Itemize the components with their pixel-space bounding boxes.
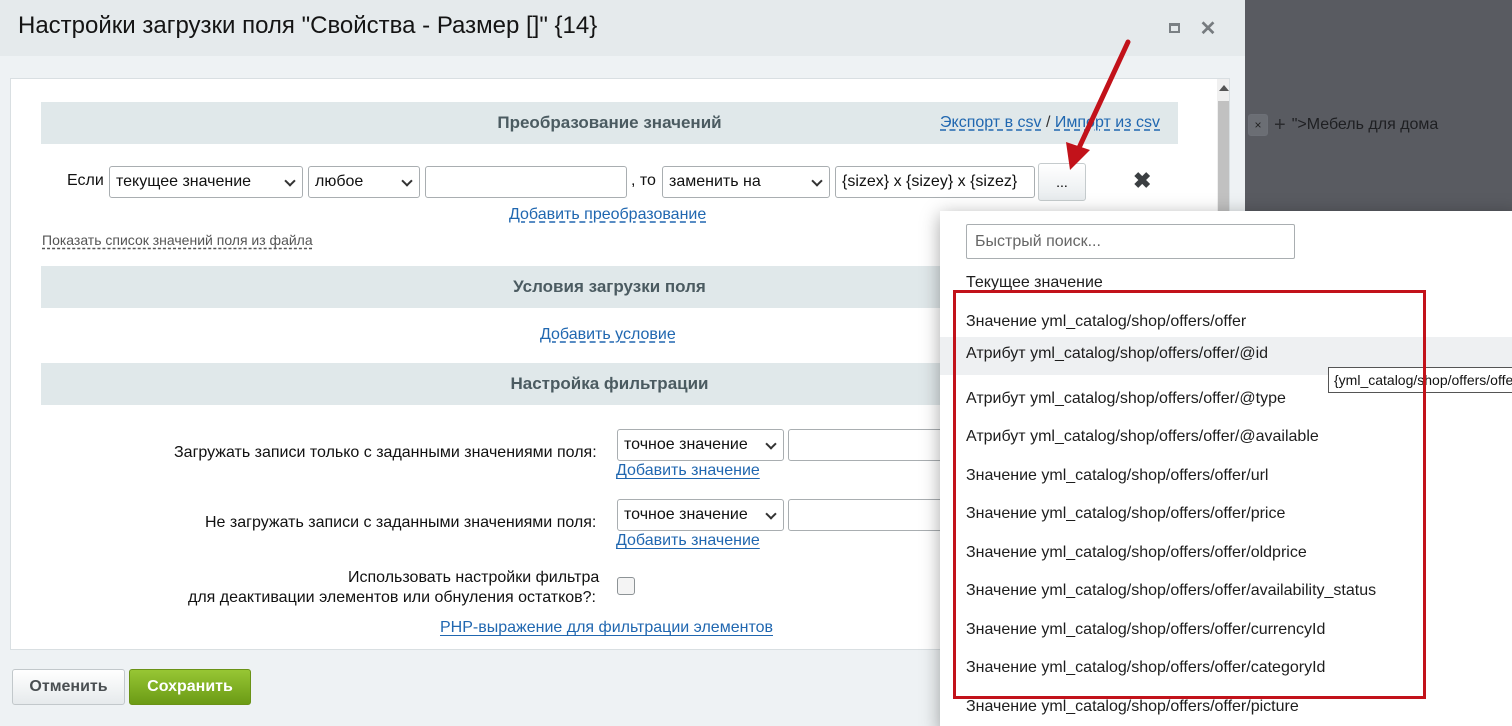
- condition-select-value: любое: [315, 173, 364, 190]
- cancel-button[interactable]: Отменить: [12, 669, 125, 705]
- add-transform-link-wrap: Добавить преобразование: [509, 206, 706, 224]
- action-select-value: заменить на: [669, 173, 761, 190]
- php-link-wrap: PHP-выражение для фильтрации элементов: [440, 619, 773, 637]
- dropdown-item[interactable]: Атрибут yml_catalog/shop/offers/offer/@a…: [940, 420, 1512, 458]
- breadcrumb-add-icon: +: [1274, 113, 1286, 136]
- only-values-input[interactable]: [788, 429, 948, 461]
- section-transform: Преобразование значений Экспорт в csv / …: [41, 102, 1178, 144]
- import-csv-link[interactable]: Импорт из csv: [1055, 114, 1160, 131]
- breadcrumb-text: ">Мебель для дома: [1291, 116, 1439, 133]
- exclude-add-link-wrap: Добавить значение: [616, 532, 760, 550]
- php-filter-link[interactable]: PHP-выражение для фильтрации элементов: [440, 619, 773, 636]
- save-button[interactable]: Сохранить: [129, 669, 251, 705]
- exclude-values-select[interactable]: точное значение: [617, 499, 784, 531]
- maximize-icon[interactable]: [1164, 18, 1184, 38]
- only-add-link-wrap: Добавить значение: [616, 462, 760, 480]
- chevron-down-icon: [765, 508, 777, 520]
- only-add-value-link[interactable]: Добавить значение: [616, 462, 760, 479]
- dropdown-item[interactable]: Значение yml_catalog/shop/offers/offer/u…: [940, 459, 1512, 497]
- only-values-label: Загружать записи только с заданными знач…: [174, 444, 597, 461]
- insert-field-button[interactable]: ...: [1038, 163, 1086, 201]
- chevron-down-icon: [284, 175, 296, 187]
- dialog-title: Настройки загрузки поля "Свойства - Разм…: [18, 12, 598, 39]
- condition-select[interactable]: любое: [308, 166, 420, 198]
- if-label: Если: [67, 172, 104, 189]
- exclude-values-label: Не загружать записи с заданными значения…: [205, 514, 597, 531]
- add-condition-link[interactable]: Добавить условие: [540, 326, 676, 343]
- dialog-header: Настройки загрузки поля "Свойства - Разм…: [0, 0, 1245, 56]
- add-condition-link-wrap: Добавить условие: [540, 326, 676, 344]
- dropdown-item[interactable]: Текущее значение: [940, 266, 1512, 304]
- export-csv-link[interactable]: Экспорт в csv: [940, 114, 1042, 131]
- dropdown-item[interactable]: Значение yml_catalog/shop/offers/offer/a…: [940, 574, 1512, 612]
- dropdown-item[interactable]: Значение yml_catalog/shop/offers/offer/p…: [940, 690, 1512, 726]
- add-transform-link[interactable]: Добавить преобразование: [509, 206, 706, 223]
- dropdown-item[interactable]: Значение yml_catalog/shop/offers/offer/c…: [940, 651, 1512, 689]
- chevron-down-icon: [401, 175, 413, 187]
- condition-value-input[interactable]: [425, 166, 627, 198]
- chevron-down-icon: [811, 175, 823, 187]
- dropdown-item[interactable]: Значение yml_catalog/shop/offers/offer/c…: [940, 613, 1512, 651]
- field-select[interactable]: текущее значение: [109, 166, 303, 198]
- action-select[interactable]: заменить на: [662, 166, 830, 198]
- dropdown-item[interactable]: Значение yml_catalog/shop/offers/offer/o…: [940, 536, 1512, 574]
- deactivate-label-line2: для деактивации элементов или обнуления …: [188, 589, 596, 606]
- deactivate-label-line1: Использовать настройки фильтра: [348, 569, 600, 586]
- field-picker-dropdown: Быстрый поиск... Текущее значение Значен…: [940, 211, 1512, 726]
- only-values-select-value: точное значение: [624, 436, 748, 453]
- then-label: , то: [631, 172, 656, 189]
- delete-transform-icon[interactable]: ✖: [1133, 168, 1151, 194]
- show-list-link-wrap: Показать список значений поля из файла: [42, 232, 313, 250]
- scrollbar-thumb[interactable]: [1218, 101, 1229, 221]
- exclude-add-value-link[interactable]: Добавить значение: [616, 532, 760, 549]
- item-tooltip: {yml_catalog/shop/offers/offer/@id}: [1328, 367, 1512, 393]
- background-breadcrumb: × + ">Мебель для дома: [1248, 112, 1438, 138]
- csv-separator: /: [1045, 114, 1051, 131]
- deactivate-checkbox[interactable]: [617, 577, 635, 595]
- field-select-value: текущее значение: [116, 173, 252, 190]
- show-values-list-link[interactable]: Показать список значений поля из файла: [42, 232, 313, 248]
- exclude-values-input[interactable]: [788, 499, 948, 531]
- close-icon[interactable]: ✕: [1198, 18, 1218, 40]
- quick-search-input[interactable]: Быстрый поиск...: [966, 224, 1295, 259]
- chevron-down-icon: [765, 438, 777, 450]
- breadcrumb-remove-icon: ×: [1248, 114, 1268, 136]
- dropdown-item[interactable]: Значение yml_catalog/shop/offers/offer/p…: [940, 497, 1512, 535]
- replace-value-input[interactable]: {sizex} x {sizey} x {sizez}: [835, 166, 1035, 198]
- exclude-values-select-value: точное значение: [624, 506, 748, 523]
- scroll-up-icon[interactable]: [1219, 85, 1229, 91]
- csv-links: Экспорт в csv / Импорт из csv: [940, 114, 1160, 132]
- only-values-select[interactable]: точное значение: [617, 429, 784, 461]
